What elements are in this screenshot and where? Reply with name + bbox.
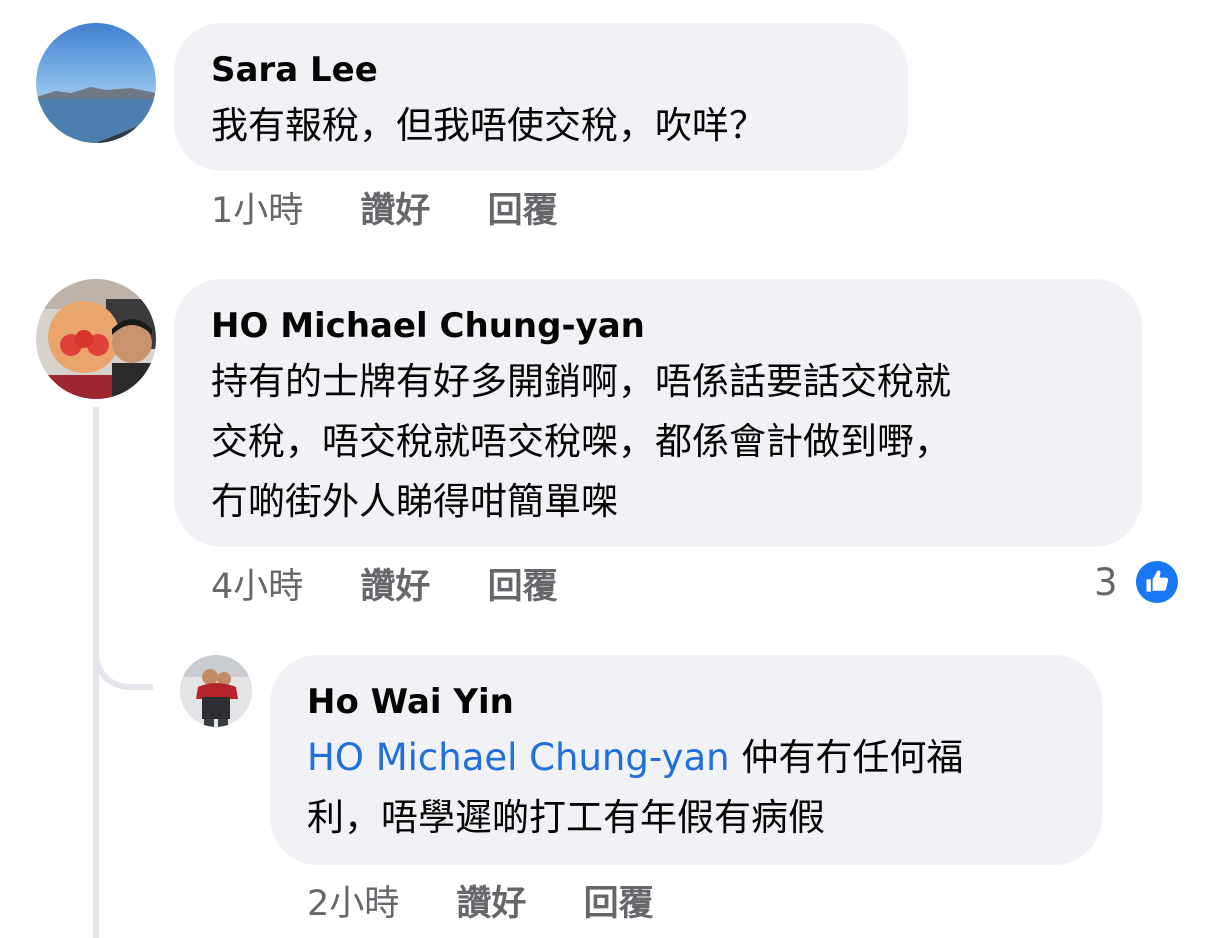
reply-text-line-2: 利，唔學遲啲打工有年假有病假 xyxy=(307,796,825,839)
comment-timestamp[interactable]: 4小時 xyxy=(211,567,303,607)
comment-actions: 1小時 讚好 回覆 xyxy=(211,189,558,233)
like-button[interactable]: 讚好 xyxy=(360,191,430,231)
comment-author[interactable]: Sara Lee xyxy=(211,50,378,90)
reply-button[interactable]: 回覆 xyxy=(488,191,558,231)
avatar-sara-lee[interactable] xyxy=(36,23,156,143)
thread-connector xyxy=(93,640,153,690)
reply-text-line-1: HO Michael Chung-yan 仲有冇任何福 xyxy=(307,728,963,788)
comment-text-line-2: 交稅，唔交稅就唔交稅㗎，都係會計做到嘢， xyxy=(211,420,951,463)
comment-actions: 4小時 讚好 回覆 xyxy=(211,565,558,609)
reply-text-rest: 仲有冇任何福 xyxy=(729,736,964,779)
reply-button[interactable]: 回覆 xyxy=(584,884,654,924)
comment-author[interactable]: HO Michael Chung-yan xyxy=(211,306,645,346)
comment-text-line-1: 持有的士牌有好多開銷啊，唔係話要話交稅就 xyxy=(211,360,951,403)
avatar-ho-wai-yin[interactable] xyxy=(180,655,252,727)
reply-author[interactable]: Ho Wai Yin xyxy=(307,682,514,722)
mention-link[interactable]: HO Michael Chung-yan xyxy=(307,736,730,779)
reply-actions: 2小時 讚好 回覆 xyxy=(307,882,654,926)
comment-text: 我有報稅，但我唔使交稅，吹咩？ xyxy=(211,104,766,147)
reaction-count[interactable]: 3 xyxy=(1094,561,1118,605)
thumbs-up-icon[interactable] xyxy=(1133,558,1181,606)
avatar-ho-michael[interactable] xyxy=(36,279,156,399)
like-button[interactable]: 讚好 xyxy=(360,567,430,607)
like-button[interactable]: 讚好 xyxy=(456,884,526,924)
comment-text-line-3: 冇啲街外人睇得咁簡單㗎 xyxy=(211,480,618,523)
comment-timestamp[interactable]: 1小時 xyxy=(211,191,303,231)
reply-timestamp[interactable]: 2小時 xyxy=(307,884,399,924)
reply-button[interactable]: 回覆 xyxy=(488,567,558,607)
